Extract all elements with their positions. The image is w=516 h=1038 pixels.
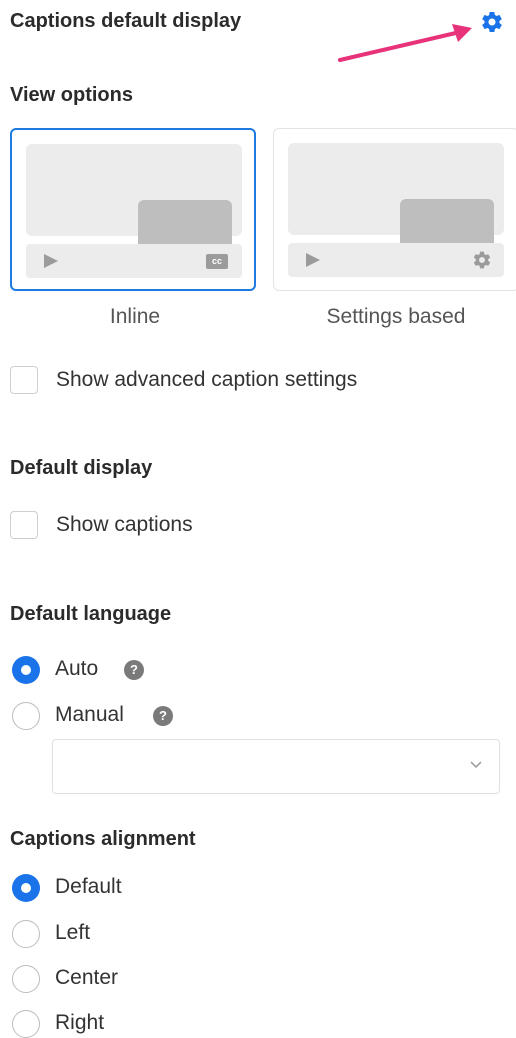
alignment-right-label: Right [55,1011,105,1034]
help-icon[interactable]: ? [153,706,173,726]
alignment-center-radio[interactable] [12,965,40,993]
view-option-settings-based-card[interactable] [273,128,516,291]
view-option-inline-label: Inline [109,305,161,328]
view-option-settings-based-label: Settings based [326,305,466,328]
view-option-inline-card[interactable]: cc [10,128,256,291]
show-captions-label: Show captions [56,513,193,536]
play-icon [306,253,320,267]
show-captions-checkbox[interactable] [10,511,38,539]
language-manual-radio[interactable] [12,702,40,730]
caption-overlay [400,199,494,249]
alignment-left-label: Left [55,921,91,944]
page-title: Captions default display [10,10,242,32]
default-language-title: Default language [10,603,172,625]
alignment-default-radio[interactable] [12,874,40,902]
view-options-title: View options [10,84,133,106]
language-auto-radio[interactable] [12,656,40,684]
help-icon[interactable]: ? [124,660,144,680]
default-display-title: Default display [10,457,153,479]
player-control-bar [288,243,504,277]
alignment-left-radio[interactable] [12,920,40,948]
chevron-down-icon [469,758,483,772]
gear-icon [472,250,492,270]
player-control-bar: cc [26,244,242,278]
cc-icon: cc [206,254,228,269]
advanced-settings-label: Show advanced caption settings [56,368,358,391]
alignment-default-label: Default [55,875,122,898]
language-auto-label: Auto [55,657,99,680]
play-icon [44,254,58,268]
alignment-right-radio[interactable] [12,1010,40,1038]
annotation-arrow [330,20,480,70]
gear-icon[interactable] [480,10,504,34]
caption-overlay [138,200,232,250]
language-manual-label: Manual [55,703,124,726]
advanced-settings-checkbox[interactable] [10,366,38,394]
captions-alignment-title: Captions alignment [10,828,196,850]
alignment-center-label: Center [55,966,119,989]
language-select[interactable] [52,739,500,794]
